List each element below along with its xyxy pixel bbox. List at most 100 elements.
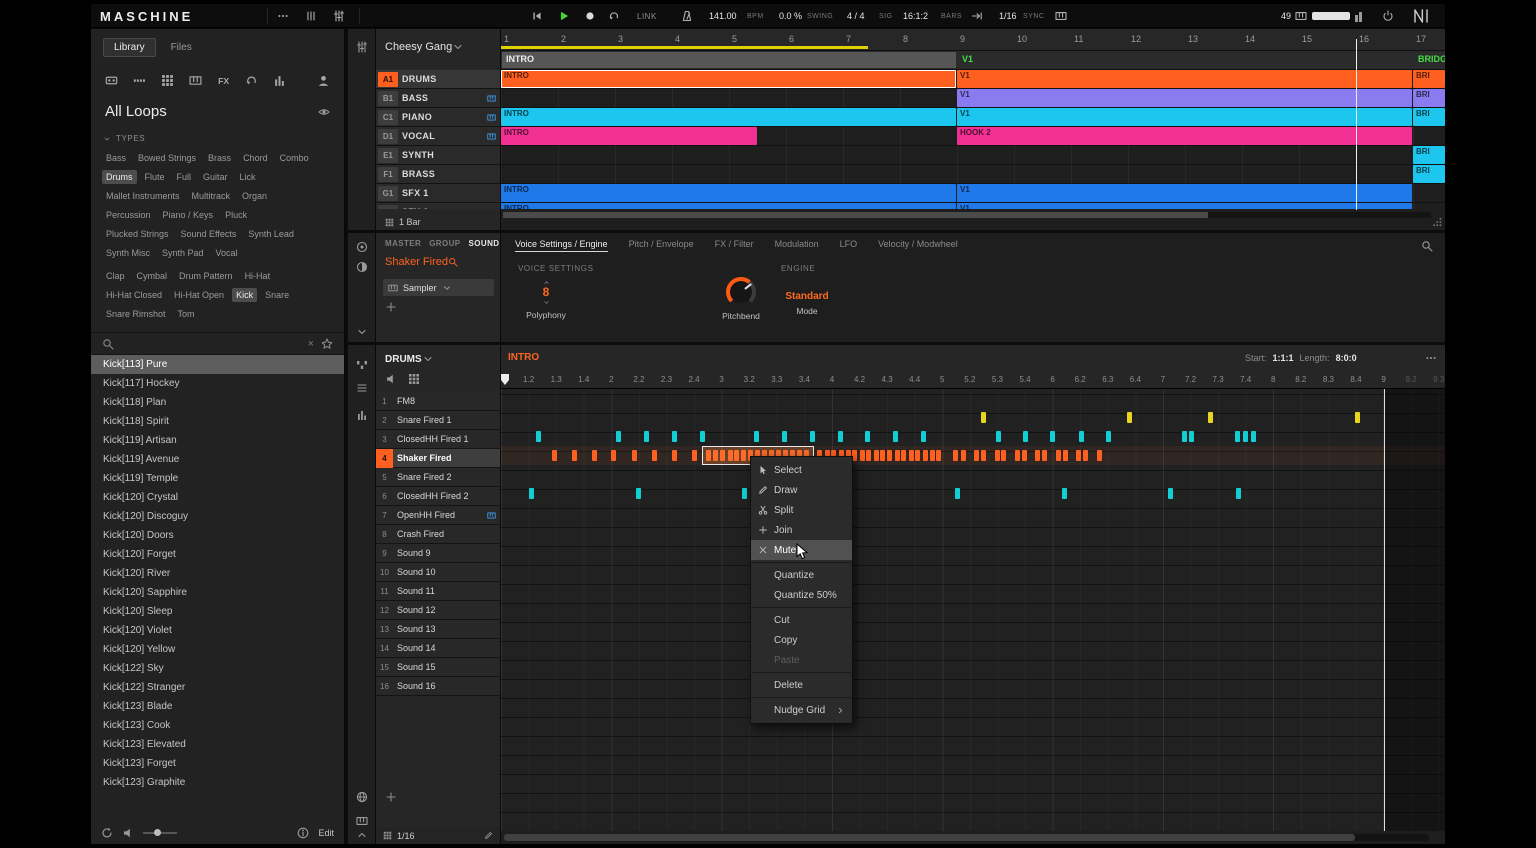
channel-properties-icon[interactable] xyxy=(356,241,368,253)
pattern-name[interactable]: INTRO xyxy=(508,352,539,363)
sound-row-sound-12[interactable]: 12Sound 12 xyxy=(376,601,500,620)
sound-row-fm8[interactable]: 1FM8 xyxy=(376,392,500,411)
note-event[interactable] xyxy=(616,431,621,442)
browser-result-item[interactable]: Kick[119] Avenue xyxy=(91,450,344,469)
sound-row-sound-10[interactable]: 10Sound 10 xyxy=(376,563,500,582)
note-lane-openhh-fired[interactable] xyxy=(501,503,1445,522)
note-event[interactable] xyxy=(1182,431,1187,442)
info-icon[interactable] xyxy=(297,827,309,839)
note-event[interactable] xyxy=(1001,450,1006,461)
note-event[interactable] xyxy=(1208,412,1213,423)
piano-roll-icon[interactable] xyxy=(356,815,368,827)
plugin-search-icon[interactable] xyxy=(448,257,458,267)
note-event[interactable] xyxy=(1042,450,1047,461)
note-lane-sound-11[interactable] xyxy=(501,579,1445,598)
clip-v1[interactable]: V1 xyxy=(957,184,1412,202)
clip-v1[interactable]: V1 xyxy=(957,70,1412,88)
group-selector[interactable]: Cheesy Gang xyxy=(385,37,495,57)
clear-search-icon[interactable]: × xyxy=(308,338,314,350)
arranger-lane-vocal[interactable]: INTROHOOK 2 xyxy=(501,127,1445,146)
note-event[interactable] xyxy=(592,450,597,461)
note-event[interactable] xyxy=(1035,450,1040,461)
song-position-value[interactable]: 16:1:2 xyxy=(903,4,928,28)
type-tag-guitar[interactable]: Guitar xyxy=(199,170,232,184)
type-tag-multitrack[interactable]: Multitrack xyxy=(188,189,235,203)
note-event[interactable] xyxy=(652,450,657,461)
event-list-icon[interactable] xyxy=(356,382,368,394)
groups-filter-icon[interactable] xyxy=(133,74,146,87)
note-event[interactable] xyxy=(880,450,885,461)
sync-value[interactable]: 1/16 xyxy=(999,4,1017,28)
pad-view-icon[interactable] xyxy=(408,373,420,385)
note-event[interactable] xyxy=(782,431,787,442)
type-tag-flute[interactable]: Flute xyxy=(141,170,169,184)
clip-bri[interactable]: BRI xyxy=(1413,70,1445,88)
mode-param[interactable]: Standard Mode xyxy=(772,277,842,316)
note-event[interactable] xyxy=(995,450,1000,461)
mode-value[interactable]: Standard xyxy=(772,291,842,302)
link-button[interactable]: LINK xyxy=(637,4,657,28)
collapse-panel-icon[interactable] xyxy=(356,326,368,338)
browser-result-item[interactable]: Kick[120] Sapphire xyxy=(91,583,344,602)
note-event[interactable] xyxy=(611,450,616,461)
clip-bri[interactable]: BRI xyxy=(1413,146,1445,164)
clip-intro[interactable]: INTRO xyxy=(501,203,956,209)
type-tag-organ[interactable]: Organ xyxy=(238,189,271,203)
view-options-icon[interactable] xyxy=(277,10,289,22)
context-menu-item-nudge-grid[interactable]: Nudge Grid xyxy=(751,700,852,720)
sound-row-sound-14[interactable]: 14Sound 14 xyxy=(376,639,500,658)
clip-bri[interactable]: BRI xyxy=(1413,89,1445,107)
track-header-synth[interactable]: E1SYNTH xyxy=(376,146,500,165)
scene-v1[interactable]: V1 xyxy=(958,52,977,68)
note-event[interactable] xyxy=(838,431,843,442)
arranger-lane-bass[interactable]: V1BRI xyxy=(501,89,1445,108)
param-tab-modulation[interactable]: Modulation xyxy=(775,239,819,252)
browser-result-item[interactable]: Kick[120] Doors xyxy=(91,526,344,545)
context-menu-item-quantize-50[interactable]: Quantize 50% xyxy=(751,585,852,605)
sound-row-openhh-fired[interactable]: 7OpenHH Fired xyxy=(376,506,500,525)
note-event[interactable] xyxy=(672,431,677,442)
note-event[interactable] xyxy=(996,431,1001,442)
play-button[interactable] xyxy=(558,10,570,22)
eye-icon[interactable] xyxy=(318,106,330,118)
clip-intro[interactable]: INTRO xyxy=(501,108,956,126)
prehear-icon[interactable] xyxy=(122,827,134,839)
user-content-icon[interactable] xyxy=(317,74,330,87)
note-event[interactable] xyxy=(860,450,865,461)
browser-result-item[interactable]: Kick[120] Violet xyxy=(91,621,344,640)
note-event[interactable] xyxy=(865,431,870,442)
param-tab-voice-settings-engine[interactable]: Voice Settings / Engine xyxy=(515,239,608,252)
track-header-brass[interactable]: F1BRASS xyxy=(376,165,500,184)
expand-panel-icon[interactable] xyxy=(356,829,368,841)
types-section-header[interactable]: TYPES xyxy=(91,122,344,148)
type-tag-combo[interactable]: Combo xyxy=(276,151,313,165)
arranger-lane-piano[interactable]: INTROV1BRI xyxy=(501,108,1445,127)
clip-v1[interactable]: V1 xyxy=(957,89,1412,107)
pattern-length-value[interactable]: 8:0:0 xyxy=(1336,353,1357,363)
pattern-options-icon[interactable] xyxy=(1425,352,1437,364)
note-event[interactable] xyxy=(692,450,697,461)
note-event[interactable] xyxy=(961,450,966,461)
note-event[interactable] xyxy=(874,450,879,461)
arranger-lane-brass[interactable]: BRI xyxy=(501,165,1445,184)
note-lane-crash-fired[interactable] xyxy=(501,522,1445,541)
browser-toggle-icon[interactable] xyxy=(305,10,317,22)
browser-result-item[interactable]: Kick[120] Discoguy xyxy=(91,507,344,526)
sound-row-crash-fired[interactable]: 8Crash Fired xyxy=(376,525,500,544)
stepper-down-icon[interactable] xyxy=(543,299,550,306)
note-event[interactable] xyxy=(810,431,815,442)
resize-handle-icon[interactable] xyxy=(1431,216,1443,228)
track-header-piano[interactable]: C1PIANO xyxy=(376,108,500,127)
clip-intro[interactable]: INTRO xyxy=(501,127,757,145)
type-tag-vocal[interactable]: Vocal xyxy=(212,246,242,260)
sound-row-snare-fired-2[interactable]: 5Snare Fired 2 xyxy=(376,468,500,487)
loop-range-bar[interactable] xyxy=(501,46,868,49)
note-event[interactable] xyxy=(887,450,892,461)
context-menu-item-cut[interactable]: Cut xyxy=(751,610,852,630)
pattern-grid-setting[interactable]: 1/16 xyxy=(376,827,500,844)
arranger-lane-sfx-1[interactable]: INTROV1 xyxy=(501,184,1445,203)
polyphony-stepper[interactable]: 8 xyxy=(513,279,579,306)
note-event[interactable] xyxy=(909,450,914,461)
swing-value[interactable]: 0.0 % xyxy=(779,4,802,28)
plugin-view-icon[interactable] xyxy=(356,261,368,273)
